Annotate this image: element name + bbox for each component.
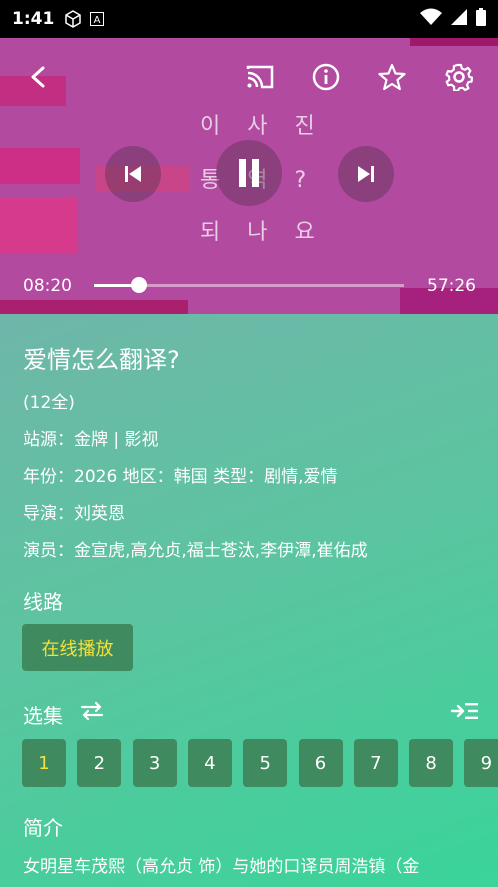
seek-bar[interactable] bbox=[94, 277, 404, 293]
wifi-icon bbox=[420, 8, 442, 30]
meta-info: 年份：2026 地区：韩国 类型：剧情,爱情 bbox=[23, 467, 338, 487]
svg-text:A: A bbox=[94, 15, 101, 26]
source-info: 站源：金牌 | 影视 bbox=[23, 430, 159, 450]
skip-previous-icon[interactable] bbox=[105, 146, 161, 202]
battery-icon bbox=[476, 8, 486, 30]
info-icon[interactable] bbox=[309, 60, 343, 94]
video-subtitle-line: 되 나 요 bbox=[200, 220, 325, 245]
route-online-play-button[interactable]: 在线播放 bbox=[22, 624, 133, 671]
video-frame-block bbox=[0, 198, 78, 254]
video-title: 爱情怎么翻译? bbox=[23, 346, 180, 374]
status-bar: 1:41 A bbox=[0, 0, 498, 38]
episodes-heading: 选集 bbox=[23, 704, 63, 728]
episode-button[interactable]: 6 bbox=[298, 739, 343, 787]
episode-button[interactable]: 9 bbox=[464, 739, 498, 787]
back-arrow-icon[interactable] bbox=[22, 60, 56, 94]
video-player[interactable]: 이 사 진 통 역 ? 되 나 요 08:20 57:26 bbox=[0, 38, 498, 314]
total-time: 57:26 bbox=[427, 276, 476, 296]
episode-button[interactable]: 2 bbox=[77, 739, 122, 787]
pause-icon[interactable] bbox=[216, 140, 282, 206]
reverse-order-icon[interactable] bbox=[80, 700, 104, 726]
gear-icon[interactable] bbox=[442, 60, 476, 94]
cast-info: 演员：金宣虎,高允贞,福士苍汰,李伊潭,崔佑成 bbox=[23, 541, 368, 561]
episode-count: (12全) bbox=[23, 393, 75, 413]
director-info: 导演：刘英恩 bbox=[23, 504, 125, 524]
skip-next-icon[interactable] bbox=[338, 146, 394, 202]
episode-button[interactable]: 5 bbox=[243, 739, 288, 787]
star-icon[interactable] bbox=[375, 60, 409, 94]
episode-button[interactable]: 3 bbox=[132, 739, 177, 787]
synopsis-heading: 简介 bbox=[23, 816, 63, 840]
details-panel: 爱情怎么翻译? (12全) 站源：金牌 | 影视 年份：2026 地区：韩国 类… bbox=[0, 314, 498, 887]
video-frame-block bbox=[0, 300, 188, 314]
signal-icon bbox=[450, 8, 468, 30]
episode-button[interactable]: 8 bbox=[409, 739, 454, 787]
video-subtitle-line: 이 사 진 bbox=[200, 114, 325, 139]
video-frame-block bbox=[0, 148, 80, 184]
notification-a-icon: A bbox=[90, 12, 105, 26]
cube-icon bbox=[64, 10, 82, 28]
status-time: 1:41 bbox=[12, 9, 55, 29]
jump-to-episode-icon[interactable] bbox=[450, 700, 480, 726]
current-time: 08:20 bbox=[23, 276, 72, 296]
seek-thumb[interactable] bbox=[130, 277, 147, 293]
cast-icon[interactable] bbox=[243, 60, 277, 94]
synopsis-text: 女明星车茂熙（高允贞 饰）与她的口译员周浩镇（金 bbox=[23, 857, 420, 877]
episode-button[interactable]: 1 bbox=[22, 739, 66, 787]
video-frame-block bbox=[410, 38, 498, 46]
episode-button[interactable]: 7 bbox=[353, 739, 398, 787]
route-heading: 线路 bbox=[23, 590, 63, 614]
episode-button[interactable]: 4 bbox=[187, 739, 232, 787]
